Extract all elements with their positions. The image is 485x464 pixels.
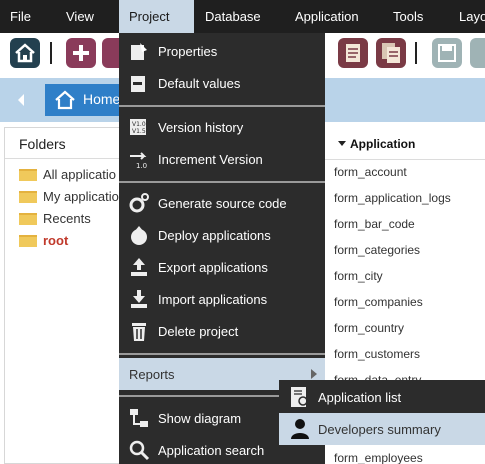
menu-item-developers-summary[interactable]: Developers summary <box>279 413 485 445</box>
menu-layout[interactable]: Layo <box>459 0 485 33</box>
home-tab-label: Home <box>83 91 121 107</box>
menu-item-deploy-applications[interactable]: Deploy applications <box>119 219 325 251</box>
menu-item-label: Increment Version <box>158 152 263 167</box>
menu-project[interactable]: Project <box>119 0 194 33</box>
table-row[interactable]: form_customers <box>334 347 420 361</box>
menu-item-label: Application search <box>158 443 265 458</box>
menu-file[interactable]: File <box>10 0 50 33</box>
save-icon[interactable] <box>432 38 462 68</box>
home-tab[interactable]: Home <box>45 84 125 116</box>
folder-icon <box>19 213 37 225</box>
home-icon[interactable] <box>10 38 40 68</box>
toolbar-separator <box>50 42 52 64</box>
sort-desc-icon[interactable] <box>338 141 346 146</box>
menu-item-export-applications[interactable]: Export applications <box>119 251 325 283</box>
menu-item-label: Generate source code <box>158 196 287 211</box>
trash-icon <box>132 323 146 341</box>
version-history-icon: V1.0V1.5 <box>130 119 146 135</box>
menu-item-label: Version history <box>158 120 244 135</box>
menu-item-import-applications[interactable]: Import applications <box>119 283 325 315</box>
svg-text:1.0: 1.0 <box>136 162 147 170</box>
diagram-icon <box>130 409 148 427</box>
table-row[interactable]: form_account <box>334 165 407 179</box>
menu-separator <box>119 181 325 183</box>
increment-version-icon: 1.0 <box>130 152 147 170</box>
menu-item-label: Developers summary <box>318 422 441 437</box>
table-row[interactable]: form_bar_code <box>334 217 415 231</box>
table-row[interactable]: form_country <box>334 321 404 335</box>
table-row[interactable]: form_city <box>334 269 383 283</box>
developer-icon <box>291 419 309 439</box>
gear-icon[interactable] <box>470 38 485 68</box>
application-list-icon <box>291 387 308 407</box>
folder-label: Recents <box>43 211 91 226</box>
application-column-header[interactable]: Application <box>350 137 415 151</box>
svg-text:V1.0: V1.0 <box>132 121 146 128</box>
divider <box>325 159 485 160</box>
menu-item-label: Import applications <box>158 292 268 307</box>
toolbar-separator <box>415 42 417 64</box>
table-row[interactable]: form_employees <box>334 451 423 464</box>
menu-item-application-list[interactable]: Application list <box>279 381 485 413</box>
folder-label: root <box>43 233 69 248</box>
folder-icon <box>19 169 37 181</box>
search-icon <box>129 440 150 461</box>
menu-tools[interactable]: Tools <box>393 0 433 33</box>
menu-item-label: Deploy applications <box>158 228 271 243</box>
divider <box>5 158 130 159</box>
menu-item-version-history[interactable]: V1.0 V1.5 Version history <box>119 111 325 143</box>
add-icon[interactable] <box>66 38 96 68</box>
deploy-icon <box>131 226 147 245</box>
folder-label: My applicatio <box>43 189 119 204</box>
properties-icon <box>131 43 147 60</box>
menu-view[interactable]: View <box>66 0 106 33</box>
table-row[interactable]: form_categories <box>334 243 420 257</box>
menu-item-label: Export applications <box>158 260 268 275</box>
collapse-left-icon[interactable] <box>14 92 28 108</box>
menu-item-label: Properties <box>158 44 218 59</box>
menu-item-label: Default values <box>158 76 241 91</box>
table-row[interactable]: form_application_logs <box>334 191 451 205</box>
folders-title: Folders <box>19 136 66 152</box>
svg-text:V1.5: V1.5 <box>132 128 146 135</box>
menu-bar: File View Project Database Application T… <box>0 0 485 33</box>
folder-icon <box>19 235 37 247</box>
folders-panel: Folders All applicatio My applicatio Rec… <box>4 127 130 464</box>
table-row[interactable]: form_companies <box>334 295 423 309</box>
export-icon <box>131 258 147 276</box>
menu-item-properties[interactable]: Properties <box>119 35 325 67</box>
menu-item-label: Application list <box>318 390 402 405</box>
documents-icon[interactable] <box>376 38 406 68</box>
menu-separator <box>119 353 325 355</box>
menu-application[interactable]: Application <box>295 0 375 33</box>
menu-item-label: Delete project <box>158 324 239 339</box>
submenu-arrow-icon <box>311 369 317 379</box>
menu-item-label: Show diagram <box>158 411 242 426</box>
document-icon[interactable] <box>338 38 368 68</box>
menu-item-increment-version[interactable]: 1.0 Increment Version <box>119 143 325 175</box>
default-values-icon <box>131 76 145 92</box>
import-icon <box>131 290 147 308</box>
reports-submenu: Application list Developers summary <box>279 380 485 445</box>
generate-code-icon <box>129 193 149 213</box>
menu-item-default-values[interactable]: Default values <box>119 67 325 99</box>
folder-label: All applicatio <box>43 167 116 182</box>
menu-database[interactable]: Database <box>205 0 275 33</box>
menu-item-delete-project[interactable]: Delete project <box>119 315 325 347</box>
menu-item-label: Reports <box>129 367 175 382</box>
menu-item-generate-source-code[interactable]: Generate source code <box>119 187 325 219</box>
menu-separator <box>119 105 325 107</box>
app-icon[interactable] <box>102 38 120 68</box>
folder-icon <box>19 191 37 203</box>
home-tab-icon <box>55 90 75 110</box>
